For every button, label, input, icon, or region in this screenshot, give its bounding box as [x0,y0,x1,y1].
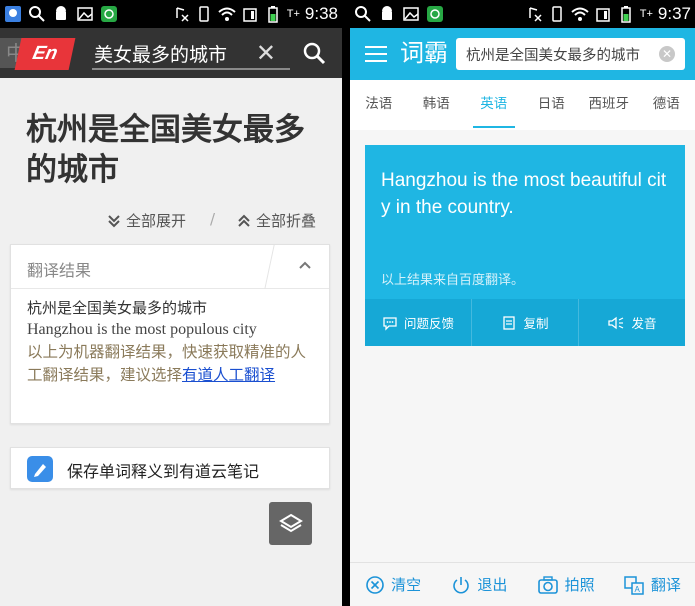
pen-icon [27,456,53,482]
security-app-icon [426,5,444,23]
save-label: 保存单词释义到有道云笔记 [67,462,260,481]
search-input[interactable]: 美女最多的城市 [94,40,254,67]
vibrate-icon [548,5,566,23]
copy-label: 复制 [523,316,549,331]
ciba-app-screen: T+ 9:37 词霸 杭州是全国美女最多的城市 ✕ 法语 韩语 英语 日语 西班… [350,0,695,606]
battery-icon [264,5,282,23]
feedback-button[interactable]: 问题反馈 [365,299,472,346]
exit-button[interactable]: 退出 [436,563,522,606]
bottom-toolbar: 清空 退出 拍照 A 翻译 [350,562,695,606]
tab-korean[interactable]: 韩语 [408,80,466,130]
camera-icon [537,575,558,594]
status-bar: T+ 9:38 [0,0,342,28]
android-icon [378,5,396,23]
wifi-icon [571,5,589,23]
double-chevron-up-icon [238,214,250,227]
save-to-note-button[interactable]: 保存单词释义到有道云笔记 [10,447,330,489]
collapse-all-label: 全部折叠 [256,212,317,230]
network-type: T+ [639,8,653,20]
vibrate-icon [195,5,213,23]
copy-icon [503,315,516,330]
chevron-up-icon[interactable] [297,257,313,273]
screen-divider [342,0,350,606]
network-type: T+ [286,8,300,20]
translation-result-card: Hangzhou is the most beautiful city in t… [365,145,685,346]
expand-all-label: 全部展开 [126,212,187,230]
clock: 9:37 [657,4,691,23]
translate-icon: A [624,575,644,595]
card-header[interactable]: 翻译结果 [11,245,329,289]
security-app-icon [100,5,118,23]
app-icon [4,5,22,23]
wifi-icon [218,5,236,23]
search-field[interactable]: 杭州是全国美女最多的城市 ✕ [456,38,685,70]
layers-button[interactable] [269,502,312,545]
expand-all-button[interactable]: 全部展开 [106,210,186,231]
android-icon [52,5,70,23]
hamburger-menu-icon[interactable] [364,44,388,64]
card-title: 翻译结果 [27,261,92,280]
camera-label: 拍照 [564,576,595,594]
clock: 9:38 [304,4,338,23]
image-icon [402,5,420,23]
layers-icon [278,513,303,532]
tab-french[interactable]: 法语 [350,80,408,130]
search-icon [28,5,46,23]
pronounce-label: 发音 [631,316,657,331]
tab-german[interactable]: 德语 [638,80,695,130]
clear-button[interactable]: 清空 [350,563,436,606]
search-field[interactable]: 美女最多的城市 ✕ [92,38,290,70]
clear-search-icon[interactable]: ✕ [659,46,675,62]
app-logo: 词霸 [400,39,448,67]
divider [264,245,275,289]
double-chevron-down-icon [108,214,120,227]
youdao-app-screen: T+ 9:38 中 En 美女最多的城市 ✕ 杭州是全国美女最多的城市 全部展开… [0,0,342,606]
feedback-label: 问题反馈 [403,316,454,331]
clear-icon [366,575,384,594]
result-actions: 问题反馈 复制 发音 [365,299,685,346]
translation-card: 翻译结果 杭州是全国美女最多的城市 Hangzhou is the most p… [10,244,330,424]
pronounce-button[interactable]: 发音 [579,299,685,346]
speaker-icon [608,316,624,329]
svg-text:A: A [634,585,640,594]
search-icon[interactable] [302,41,328,67]
battery-icon [617,5,635,23]
feedback-icon [383,316,397,331]
clear-label: 清空 [391,576,422,594]
separator: / [210,210,216,228]
search-icon [354,5,372,23]
tab-spanish[interactable]: 西班牙 [580,80,638,130]
language-tabs: 法语 韩语 英语 日语 西班牙 德语 [350,80,695,130]
search-toolbar: 中 En 美女最多的城市 ✕ [0,28,342,78]
signal-icon [594,5,612,23]
machine-translation-note: 以上为机器翻译结果，快速获取精准的人工翻译结果，建议选择有道人工翻译 [27,341,313,387]
signal-icon [241,5,259,23]
source-text: 杭州是全国美女最多的城市 [27,299,208,317]
search-input[interactable]: 杭州是全国美女最多的城市 [466,44,652,65]
human-translation-link[interactable]: 有道人工翻译 [182,366,275,384]
camera-button[interactable]: 拍照 [523,563,609,606]
tab-japanese[interactable]: 日语 [523,80,581,130]
mute-icon [172,5,190,23]
translate-button[interactable]: A 翻译 [609,563,695,606]
translate-label: 翻译 [650,576,681,594]
image-icon [76,5,94,23]
collapse-all-button[interactable]: 全部折叠 [236,210,316,231]
exit-label: 退出 [477,576,508,594]
copy-button[interactable]: 复制 [472,299,579,346]
translation-text: Hangzhou is the most beautiful city in t… [381,170,667,218]
app-header: 词霸 杭州是全国美女最多的城市 ✕ [350,28,695,80]
tab-english[interactable]: 英语 [465,80,523,130]
power-icon [453,576,470,593]
mute-icon [525,5,543,23]
source-note: 以上结果来自百度翻译。 [381,273,525,288]
close-icon[interactable]: ✕ [256,38,276,68]
status-bar: T+ 9:37 [350,0,695,28]
page-title: 杭州是全国美女最多的城市 [26,112,305,188]
translation-text: Hangzhou is the most populous city [27,321,257,338]
lang-en-toggle[interactable]: En [14,38,76,70]
